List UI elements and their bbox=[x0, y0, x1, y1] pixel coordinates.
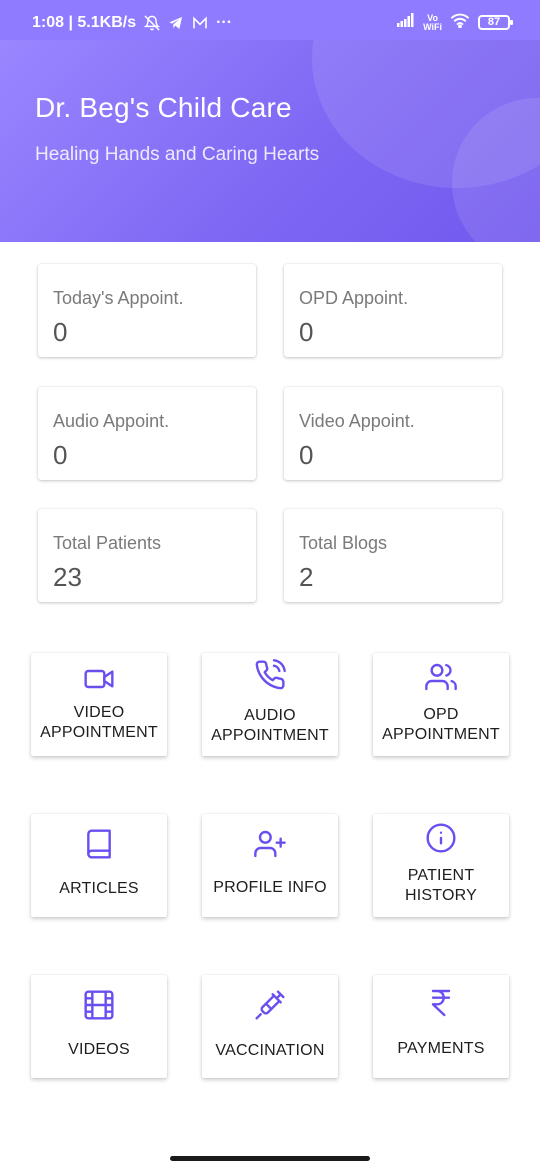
tile-label: OPD bbox=[423, 706, 459, 723]
home-indicator[interactable] bbox=[170, 1156, 370, 1161]
videos-button[interactable]: VIDEOS bbox=[31, 975, 167, 1078]
tile-label: ARTICLES bbox=[59, 880, 139, 897]
stat-label: Audio Appoint. bbox=[53, 411, 170, 431]
tile-label: PAYMENTS bbox=[397, 1040, 485, 1057]
profile-info-button[interactable]: PROFILE INFO bbox=[202, 814, 338, 917]
mail-icon bbox=[192, 16, 208, 30]
film-icon bbox=[83, 989, 115, 1021]
stat-card-audio-appointments: Audio Appoint. 0 bbox=[38, 387, 256, 480]
stat-value: 23 bbox=[53, 562, 82, 592]
tile-label: APPOINTMENT bbox=[211, 727, 329, 744]
syringe-icon bbox=[254, 989, 286, 1021]
clinic-title: Dr. Beg's Child Care bbox=[35, 92, 292, 123]
tile-label: PATIENT bbox=[407, 867, 475, 884]
opd-appointment-button[interactable]: OPD APPOINTMENT bbox=[373, 653, 509, 756]
stat-card-opd-appointments: OPD Appoint. 0 bbox=[284, 264, 502, 357]
tile-label: VIDEO bbox=[73, 704, 125, 721]
stat-value: 0 bbox=[299, 317, 314, 347]
stat-card-total-blogs: Total Blogs 2 bbox=[284, 509, 502, 602]
tile-label: PROFILE INFO bbox=[213, 879, 327, 896]
vaccination-button[interactable]: VACCINATION bbox=[202, 975, 338, 1078]
signal-icon bbox=[397, 13, 415, 32]
audio-appointment-button[interactable]: AUDIO APPOINTMENT bbox=[202, 653, 338, 756]
user-plus-icon bbox=[254, 828, 286, 860]
stat-value: 0 bbox=[53, 317, 68, 347]
stat-label: Video Appoint. bbox=[299, 411, 415, 431]
tile-label: VIDEOS bbox=[68, 1041, 130, 1058]
wifi-icon bbox=[450, 12, 470, 33]
clinic-tagline: Healing Hands and Caring Hearts bbox=[35, 144, 320, 165]
stat-card-total-patients: Total Patients 23 bbox=[38, 509, 256, 602]
stat-value: 0 bbox=[53, 440, 68, 470]
tile-label: APPOINTMENT bbox=[382, 726, 500, 743]
payments-button[interactable]: PAYMENTS bbox=[373, 975, 509, 1078]
tile-label: VACCINATION bbox=[215, 1042, 325, 1059]
stat-card-todays-appointments: Today's Appoint. 0 bbox=[38, 264, 256, 357]
time-network-speed: 1:08 | 5.1KB/s bbox=[32, 14, 137, 31]
status-bar: 1:08 | 5.1KB/s ··· Vo WiFi 87 bbox=[0, 0, 540, 40]
book-icon bbox=[83, 828, 115, 860]
tile-label: AUDIO bbox=[244, 707, 296, 724]
stat-card-video-appointments: Video Appoint. 0 bbox=[284, 387, 502, 480]
tile-label: HISTORY bbox=[405, 887, 477, 904]
telegram-icon bbox=[168, 15, 184, 31]
phone-call-icon bbox=[254, 659, 286, 691]
info-icon bbox=[425, 822, 457, 854]
more-notifications: ··· bbox=[216, 14, 233, 31]
video-appointment-button[interactable]: VIDEO APPOINTMENT bbox=[31, 653, 167, 756]
video-icon bbox=[83, 663, 115, 695]
stat-value: 0 bbox=[299, 440, 314, 470]
users-icon bbox=[425, 661, 457, 693]
alarm-off-icon bbox=[144, 15, 161, 31]
stat-value: 2 bbox=[299, 562, 314, 592]
battery-icon: 87 bbox=[478, 15, 513, 30]
rupee-icon bbox=[425, 987, 457, 1019]
stat-label: Total Patients bbox=[53, 533, 162, 553]
tile-label: APPOINTMENT bbox=[40, 724, 158, 741]
articles-button[interactable]: ARTICLES bbox=[31, 814, 167, 917]
patient-history-button[interactable]: PATIENT HISTORY bbox=[373, 814, 509, 917]
stat-label: Total Blogs bbox=[299, 533, 388, 553]
header-banner: Dr. Beg's Child Care Healing Hands and C… bbox=[0, 40, 540, 242]
stat-label: Today's Appoint. bbox=[53, 288, 184, 308]
stat-label: OPD Appoint. bbox=[299, 288, 409, 308]
vowifi-icon: Vo WiFi bbox=[423, 12, 442, 32]
